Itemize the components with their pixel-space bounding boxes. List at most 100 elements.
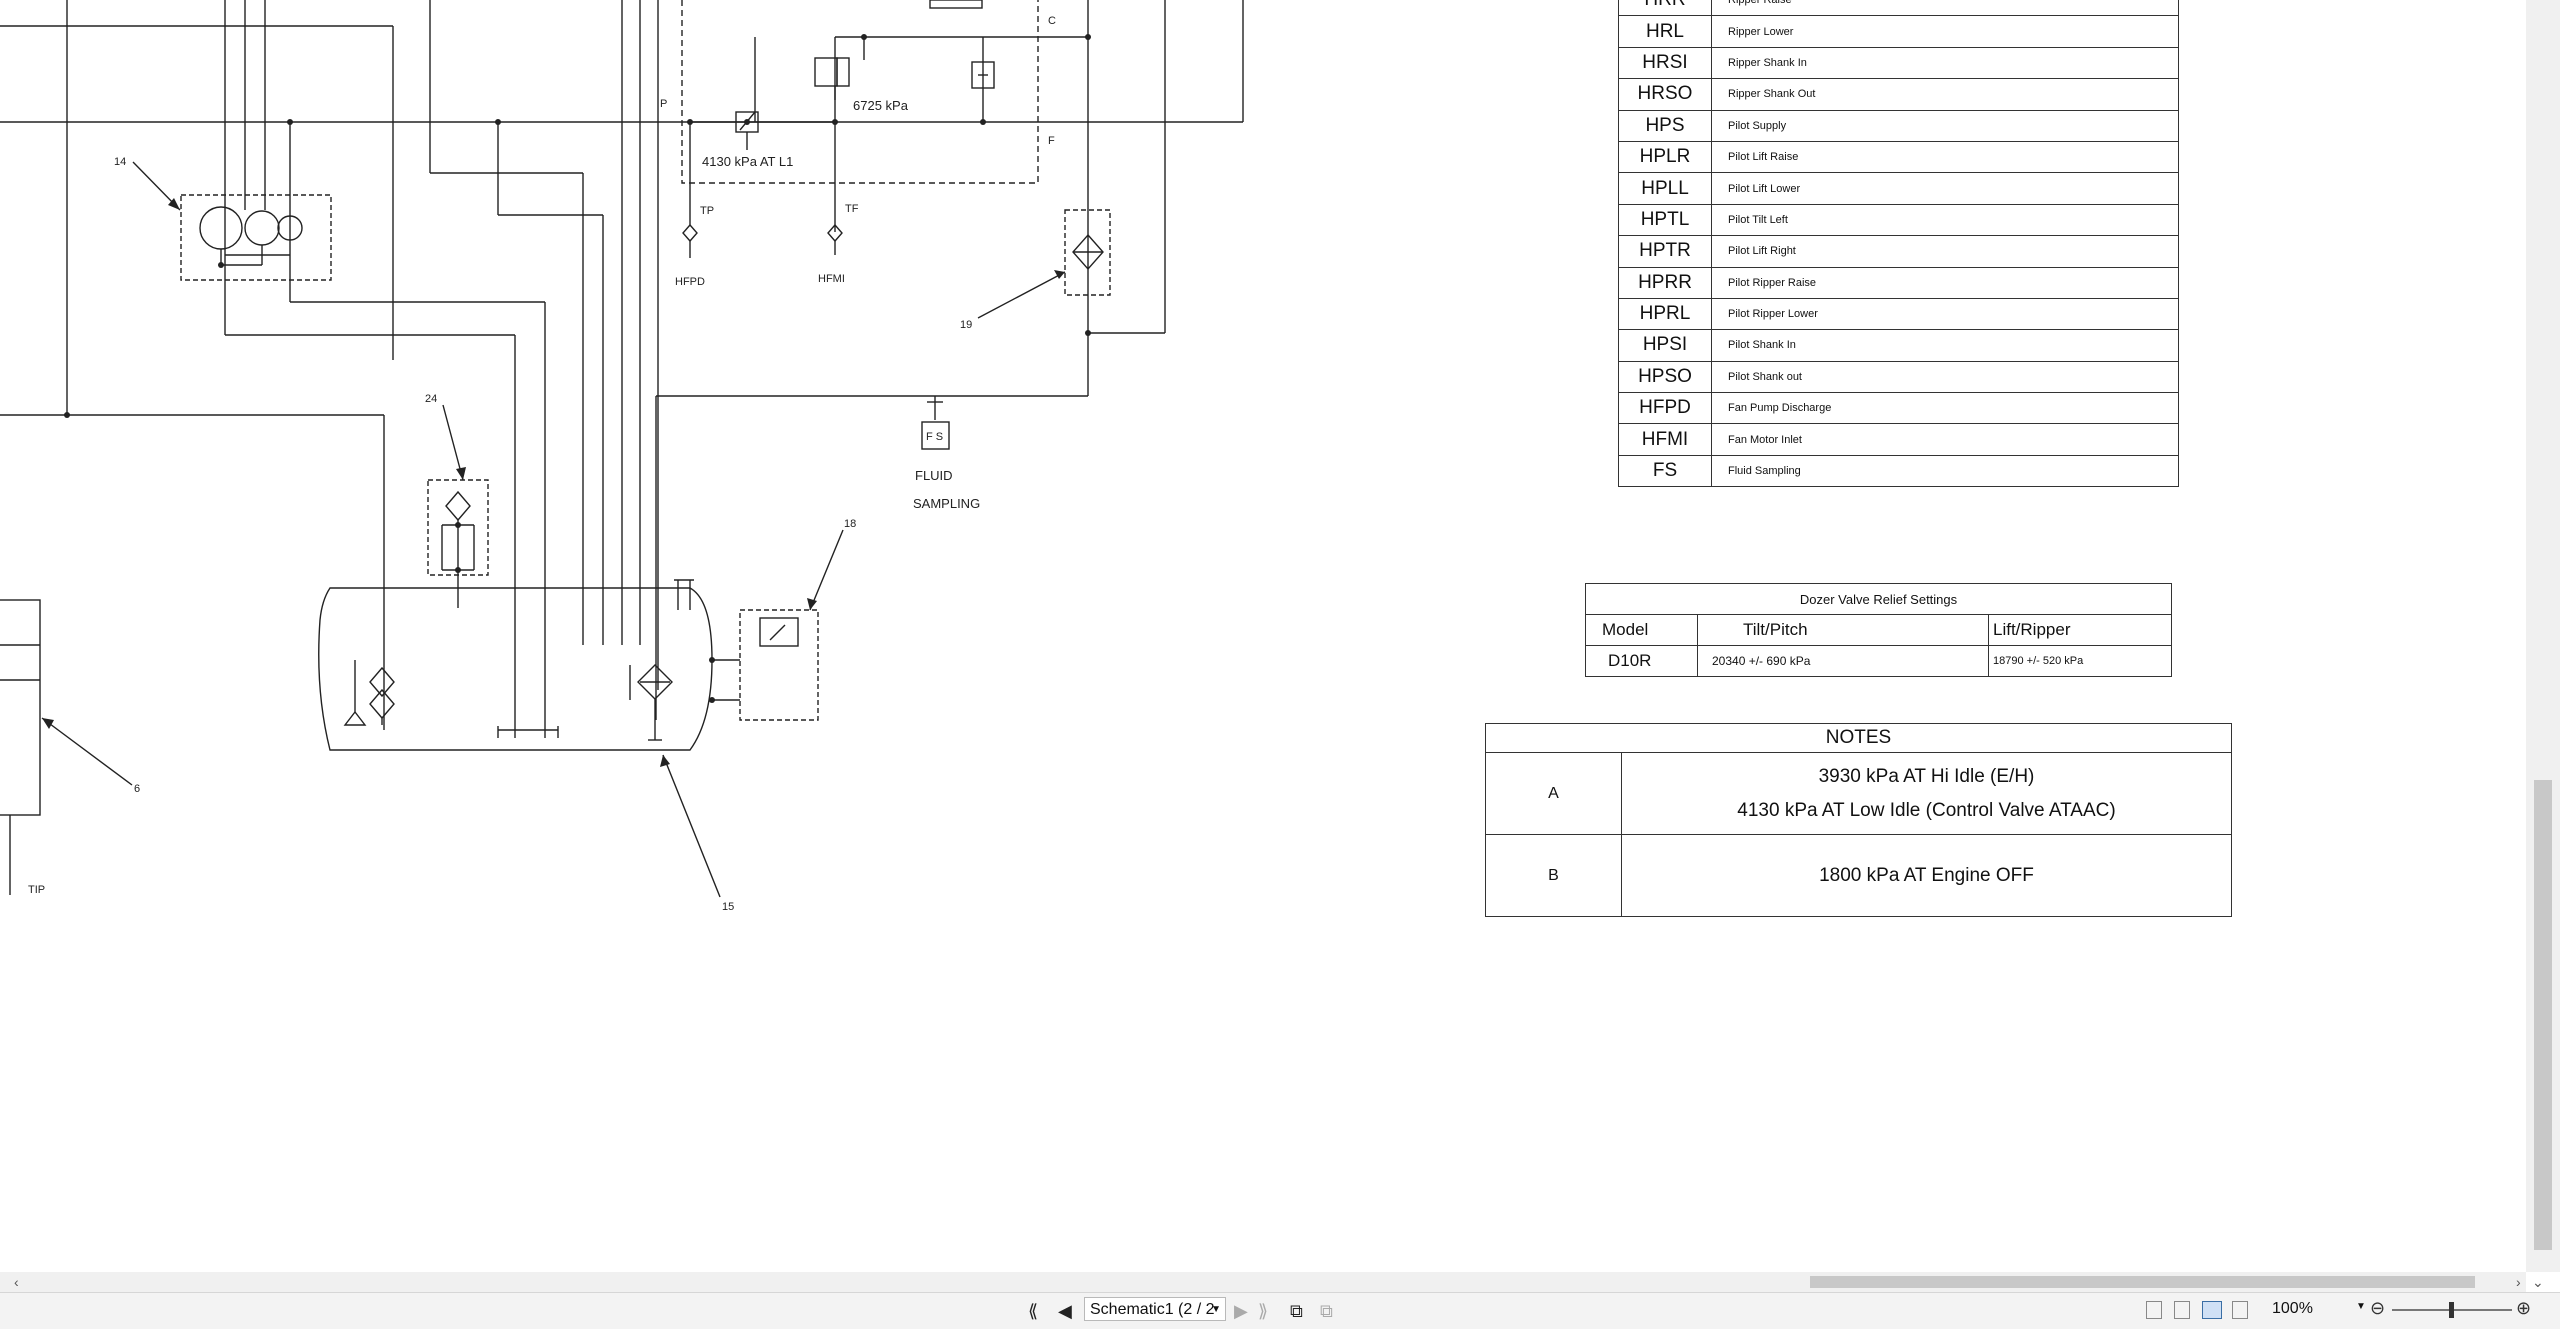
legend-description: Pilot Tilt Left: [1711, 203, 2179, 237]
port-p-label: P: [660, 98, 667, 110]
legend-description: Pilot Ripper Raise: [1711, 266, 2179, 299]
legend-description: Pilot Shank out: [1711, 360, 2179, 394]
relief-settings-table: Dozer Valve Relief Settings Model Tilt/P…: [1585, 583, 2172, 677]
vertical-scroll-thumb[interactable]: [2534, 780, 2552, 1250]
note-letter-a: A: [1485, 752, 1622, 835]
legend-description: Fluid Sampling: [1711, 454, 2179, 488]
callout-24: 24: [425, 393, 437, 405]
legend-code: HPLR: [1618, 140, 1712, 174]
legend-row: HPS Pilot Supply: [1618, 109, 2179, 142]
next-page-icon[interactable]: ▶: [1234, 1301, 1248, 1321]
legend-code: HPRR: [1618, 266, 1712, 299]
two-page-view-icon[interactable]: [2202, 1301, 2222, 1319]
zoom-chevron-down-icon[interactable]: ▼: [2356, 1301, 2366, 1312]
horizontal-scroll-thumb[interactable]: [1810, 1276, 2475, 1288]
legend-row: HFPD Fan Pump Discharge: [1618, 392, 2179, 425]
legend-code: FS: [1618, 454, 1712, 488]
callout-15: 15: [722, 901, 734, 913]
tile-windows-icon[interactable]: ⧉: [1320, 1301, 1333, 1321]
legend-row: HFMI Fan Motor Inlet: [1618, 423, 2179, 456]
relief-tilt-value: 20340 +/- 690 kPa: [1697, 645, 1989, 677]
continuous-view-icon[interactable]: [2174, 1301, 2190, 1319]
legend-code: HFMI: [1618, 423, 1712, 456]
note-a-line-1: 3930 kPa AT Hi Idle (E/H): [1818, 765, 2035, 787]
chevron-down-icon: ▼: [1211, 1304, 1221, 1315]
prev-page-icon[interactable]: ◀: [1058, 1301, 1072, 1321]
hfpd-label: HFPD: [675, 276, 705, 288]
legend-description: Pilot Supply: [1711, 109, 2179, 142]
callout-19: 19: [960, 319, 972, 331]
legend-row: HRSI Ripper Shank In: [1618, 46, 2179, 80]
callout-6: 6: [134, 783, 140, 795]
legend-description: Pilot Shank In: [1711, 329, 2179, 362]
port-c-label: C: [1048, 15, 1056, 27]
legend-row: FS Fluid Sampling: [1618, 454, 2179, 488]
horizontal-scrollbar[interactable]: ‹ ›: [0, 1272, 2526, 1292]
zoom-slider-thumb[interactable]: [2449, 1302, 2454, 1318]
fluid-label: FLUID: [915, 468, 953, 483]
legend-description: Pilot Lift Raise: [1711, 140, 2179, 174]
legend-description: Ripper Shank In: [1711, 46, 2179, 80]
legend-row: HPLR Pilot Lift Raise: [1618, 140, 2179, 174]
new-window-icon[interactable]: ⧉: [1290, 1301, 1303, 1321]
legend-description: Ripper Shank Out: [1711, 78, 2179, 111]
sheet-selector[interactable]: Schematic1 (2 / 2 ▼: [1084, 1297, 1226, 1321]
drawing-canvas[interactable]: P C F 4130 kPa AT L1 6725 kPa TP TF HFPD…: [0, 0, 2526, 1272]
scroll-left-arrow-icon[interactable]: ‹: [14, 1272, 19, 1292]
relief-header-model: Model: [1585, 614, 1698, 646]
legend-description: Pilot Ripper Lower: [1711, 297, 2179, 331]
legend-row: HPTL Pilot Tilt Left: [1618, 203, 2179, 237]
legend-code: HFPD: [1618, 392, 1712, 425]
legend-row: HPSI Pilot Shank In: [1618, 329, 2179, 362]
notes-table: NOTES A 3930 kPa AT Hi Idle (E/H) 4130 k…: [1485, 723, 2232, 917]
legend-row: HRL Ripper Lower: [1618, 15, 2179, 48]
legend-description: Ripper Lower: [1711, 15, 2179, 48]
legend-code: HPTR: [1618, 235, 1712, 268]
legend-code: HRR: [1618, 0, 1712, 17]
note-b-body: 1800 kPa AT Engine OFF: [1621, 834, 2232, 917]
vertical-scrollbar[interactable]: [2526, 0, 2560, 1272]
sampling-label: SAMPLING: [913, 496, 980, 511]
legend-row: HPRR Pilot Ripper Raise: [1618, 266, 2179, 299]
test-point-tp-label: TP: [700, 205, 714, 217]
legend-code: HPTL: [1618, 203, 1712, 237]
abbreviation-legend-table: HRRRipper RaiseHRLRipper LowerHRSIRipper…: [1618, 0, 2179, 488]
legend-row: HPRL Pilot Ripper Lower: [1618, 297, 2179, 331]
two-page-continuous-view-icon[interactable]: [2232, 1301, 2248, 1319]
legend-row: HRSO Ripper Shank Out: [1618, 78, 2179, 111]
test-point-tf-label: TF: [845, 203, 859, 215]
relief-header-tilt: Tilt/Pitch: [1697, 614, 1989, 646]
note-a-body: 3930 kPa AT Hi Idle (E/H) 4130 kPa AT Lo…: [1621, 752, 2232, 835]
sheet-selector-value: Schematic1 (2 / 2: [1090, 1301, 1215, 1318]
callout-14: 14: [114, 156, 126, 168]
callout-18: 18: [844, 518, 856, 530]
note-letter-b: B: [1485, 834, 1622, 917]
relief-table-title: Dozer Valve Relief Settings: [1585, 583, 2172, 615]
port-f-label: F: [1048, 135, 1055, 147]
legend-description: Pilot Lift Lower: [1711, 172, 2179, 205]
legend-description: Fan Pump Discharge: [1711, 392, 2179, 425]
legend-row: HRRRipper Raise: [1618, 0, 2179, 17]
legend-row: HPSO Pilot Shank out: [1618, 360, 2179, 394]
legend-description: Pilot Lift Right: [1711, 235, 2179, 268]
scroll-down-arrow-icon[interactable]: ⌄: [2532, 1272, 2544, 1292]
status-bar: ⟪ ◀ Schematic1 (2 / 2 ▼ ▶ ⟫ ⧉ ⧉ 100% ▼ ⊖…: [0, 1292, 2560, 1329]
relief-l1-label: 4130 kPa AT L1: [702, 154, 793, 169]
legend-code: HPRL: [1618, 297, 1712, 331]
last-page-icon[interactable]: ⟫: [1258, 1301, 1268, 1321]
relief-6725-label: 6725 kPa: [853, 98, 909, 113]
zoom-level[interactable]: 100%: [2272, 1300, 2313, 1318]
legend-row: HPTR Pilot Lift Right: [1618, 235, 2179, 268]
single-page-view-icon[interactable]: [2146, 1301, 2162, 1319]
legend-row: HPLL Pilot Lift Lower: [1618, 172, 2179, 205]
zoom-in-icon[interactable]: ⊕: [2516, 1298, 2531, 1319]
relief-model-value: D10R: [1585, 645, 1698, 677]
zoom-out-icon[interactable]: ⊖: [2370, 1298, 2385, 1319]
relief-header-lift: Lift/Ripper: [1988, 614, 2172, 646]
scroll-right-arrow-icon[interactable]: ›: [2516, 1272, 2521, 1292]
legend-code: HRSI: [1618, 46, 1712, 80]
legend-code: HPLL: [1618, 172, 1712, 205]
first-page-icon[interactable]: ⟪: [1028, 1301, 1038, 1321]
legend-code: HPSI: [1618, 329, 1712, 362]
legend-code: HRL: [1618, 15, 1712, 48]
